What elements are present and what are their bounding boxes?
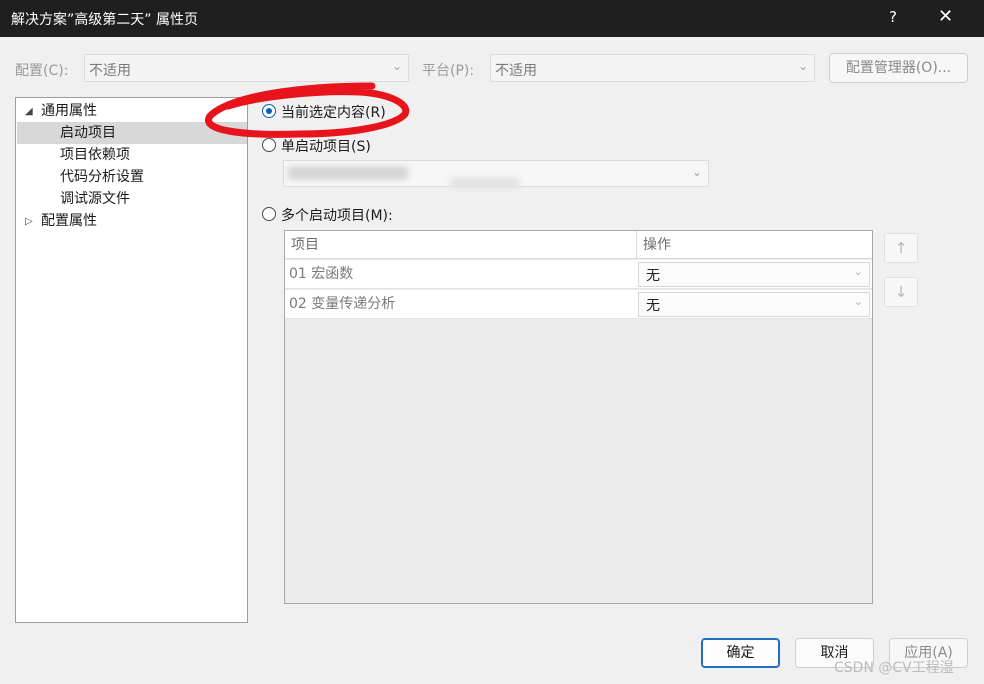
ok-button[interactable]: 确定 (701, 638, 780, 668)
tree-selection-highlight (17, 122, 247, 144)
move-down-button[interactable]: ↓ (884, 277, 918, 307)
action-select[interactable]: 无 ⌄ (638, 262, 870, 287)
platform-combo-value: 不适用 (495, 63, 537, 79)
multiple-projects-radio[interactable] (262, 207, 276, 221)
config-combo-value: 不适用 (89, 63, 131, 79)
chevron-down-icon: ⌄ (391, 59, 402, 73)
window-title: 解决方案”高级第二天” 属性页 (11, 12, 198, 28)
multiple-projects-label[interactable]: 多个启动项目(M): (281, 205, 393, 225)
platform-label: 平台(P): (422, 63, 475, 79)
move-up-button[interactable]: ↑ (884, 233, 918, 263)
help-button[interactable]: ? (889, 8, 897, 26)
column-header-project[interactable]: 项目 (285, 231, 637, 259)
tree-item-project-dependencies[interactable]: 项目依赖项 (60, 144, 130, 166)
chevron-down-icon: ⌄ (691, 165, 702, 179)
platform-combo[interactable]: 不适用 ⌄ (490, 54, 815, 82)
config-manager-button[interactable]: 配置管理器(O)... (829, 53, 968, 83)
tree-item-common-properties[interactable]: 通用属性 (41, 100, 97, 122)
project-name-cell: 02 变量传递分析 (289, 296, 396, 312)
arrow-down-icon: ↓ (894, 283, 908, 301)
tree-item-config-properties[interactable]: 配置属性 (41, 210, 97, 232)
tree-item-debug-source-files[interactable]: 调试源文件 (60, 188, 130, 210)
collapsed-arrow-icon[interactable]: ▷ (25, 216, 33, 227)
projects-grid: 项目 操作 01 宏函数 无 ⌄ 02 变量传递分析 无 ⌄ (284, 230, 873, 604)
config-combo[interactable]: 不适用 ⌄ (84, 54, 409, 82)
table-row[interactable]: 01 宏函数 无 ⌄ (285, 260, 872, 289)
watermark: CSDN @CV工程湿 (834, 660, 954, 676)
tree-item-code-analysis[interactable]: 代码分析设置 (60, 166, 144, 188)
title-bar: 解决方案”高级第二天” 属性页 ? ✕ (0, 0, 984, 37)
action-select-value: 无 (646, 268, 660, 284)
action-select[interactable]: 无 ⌄ (638, 292, 870, 317)
close-button[interactable]: ✕ (938, 6, 953, 27)
column-header-action[interactable]: 操作 (637, 231, 872, 259)
blurred-smudge (450, 178, 520, 188)
tree-item-startup-project[interactable]: 启动项目 (60, 122, 116, 144)
single-project-label[interactable]: 单启动项目(S) (281, 136, 371, 156)
table-row[interactable]: 02 变量传递分析 无 ⌄ (285, 290, 872, 319)
chevron-down-icon: ⌄ (853, 265, 863, 278)
config-label: 配置(C): (15, 63, 69, 79)
category-tree: ◢ 通用属性 启动项目 项目依赖项 代码分析设置 调试源文件 ▷ 配置属性 (15, 97, 248, 623)
action-select-value: 无 (646, 298, 660, 314)
arrow-up-icon: ↑ (894, 239, 908, 257)
single-project-radio[interactable] (262, 138, 276, 152)
expanded-arrow-icon[interactable]: ◢ (25, 106, 33, 117)
chevron-down-icon: ⌄ (797, 59, 808, 73)
current-selection-radio[interactable] (262, 104, 276, 118)
project-name-cell: 01 宏函数 (289, 266, 354, 282)
current-selection-label[interactable]: 当前选定内容(R) (281, 102, 386, 122)
chevron-down-icon: ⌄ (853, 295, 863, 308)
blurred-project-name (288, 166, 408, 180)
